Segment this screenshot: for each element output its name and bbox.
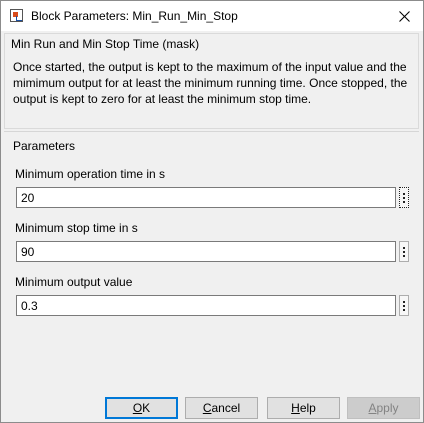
min-output-value-menu-button[interactable] [399, 295, 409, 316]
min-operation-time-label: Minimum operation time in s [15, 167, 166, 181]
min-stop-time-menu-button[interactable] [399, 241, 409, 262]
ok-label-rest: K [142, 401, 151, 415]
description-title: Min Run and Min Stop Time (mask) [11, 37, 200, 51]
apply-mnemonic: A [368, 401, 377, 415]
kebab-dot-icon [403, 200, 405, 203]
parameters-title: Parameters [13, 139, 76, 153]
min-stop-time-label: Minimum stop time in s [15, 221, 138, 235]
kebab-dot-icon [403, 304, 405, 307]
min-output-value-input[interactable] [16, 295, 396, 316]
help-label-rest: elp [299, 401, 316, 415]
kebab-dot-icon [403, 192, 405, 195]
title-bar[interactable]: Block Parameters: Min_Run_Min_Stop [1, 1, 423, 31]
simulink-block-icon [10, 9, 23, 22]
min-stop-time-input[interactable] [16, 241, 396, 262]
close-icon [398, 10, 410, 22]
section-divider [4, 131, 419, 132]
help-mnemonic: H [291, 401, 300, 415]
kebab-dot-icon [403, 254, 405, 257]
kebab-dot-icon [403, 300, 405, 303]
ok-button[interactable]: OK [105, 397, 178, 419]
min-operation-time-menu-button[interactable] [399, 187, 409, 208]
close-button[interactable] [389, 3, 419, 29]
apply-button[interactable]: Apply [347, 397, 420, 419]
ok-mnemonic: O [132, 401, 143, 415]
min-operation-time-input[interactable] [16, 187, 396, 208]
min-output-value-label: Minimum output value [15, 275, 133, 289]
kebab-dot-icon [403, 308, 405, 311]
kebab-dot-icon [403, 250, 405, 253]
block-parameters-dialog: Block Parameters: Min_Run_Min_Stop Min R… [0, 0, 424, 423]
description-text: Once started, the output is kept to the … [13, 60, 408, 106]
window-title: Block Parameters: Min_Run_Min_Stop [31, 9, 238, 23]
cancel-mnemonic: C [202, 401, 212, 415]
kebab-dot-icon [403, 246, 405, 249]
kebab-dot-icon [403, 196, 405, 199]
cancel-button[interactable]: Cancel [185, 397, 258, 419]
cancel-label-rest: ancel [211, 401, 241, 415]
help-button[interactable]: Help [267, 397, 340, 419]
apply-label-rest: pply [376, 401, 399, 415]
